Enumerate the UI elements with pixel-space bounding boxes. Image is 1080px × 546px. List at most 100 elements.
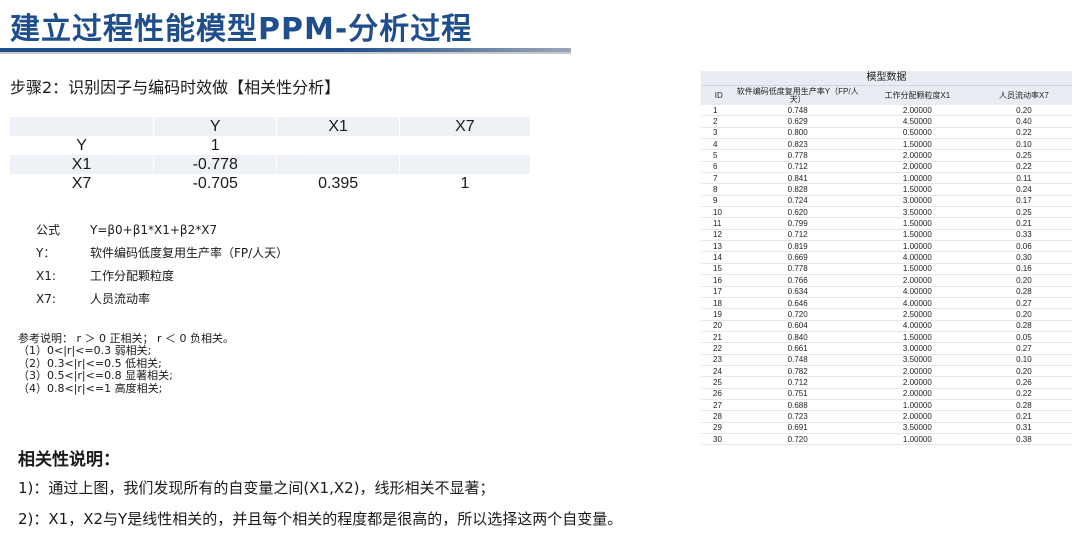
cell-x7: 0.28 [975, 399, 1072, 412]
formula-block: 公式 Y=β0+β1*X1+β2*X7 Y： 软件编码低度复用生产率（FP/人天… [36, 219, 288, 311]
table-row: 19 0.720 2.50000 0.20 [701, 308, 1072, 321]
correlation-cell: X7 [71, 174, 92, 192]
table-row: 14 0.669 4.00000 0.30 [701, 251, 1072, 264]
correlation-cell: -0.705 [153, 174, 277, 193]
correlation-header-cell: Y [153, 117, 277, 136]
cell-id: 13 [701, 240, 737, 253]
explanation-paragraph: 2)：X1，X2与Y是线性相关的，并且每个相关的程度都是很高的，所以选择这两个自… [18, 510, 623, 528]
cell-id: 19 [701, 308, 737, 321]
variable-key: X1: [36, 269, 56, 283]
cell-x7: 0.06 [975, 240, 1072, 253]
model-data-header-row: ID 软件编码低度复用生产率Y（FP/人天） 工作分配颗粒度X1 人员流动率X7 [701, 85, 1072, 105]
cell-id: 5 [701, 149, 737, 162]
table-row: 10 0.620 3.50000 0.25 [701, 206, 1072, 219]
cell-x7: 0.16 [975, 263, 1072, 276]
correlation-header-cell [10, 117, 154, 136]
table-row: 30 0.720 1.00000 0.38 [701, 433, 1072, 446]
cell-x7: 0.24 [975, 183, 1072, 196]
cell-x1: 0.50000 [858, 127, 976, 140]
cell-x1: 2.00000 [858, 161, 976, 174]
cell-x1: 2.00000 [858, 376, 976, 389]
cell-id: 20 [701, 320, 737, 332]
cell-y: 0.778 [736, 263, 859, 276]
cell-id: 12 [701, 229, 737, 242]
table-row: 24 0.782 2.00000 0.20 [701, 365, 1072, 378]
correlation-cell: Y [76, 136, 87, 154]
correlation-cell [398, 155, 530, 174]
table-row: 8 0.828 1.50000 0.24 [701, 183, 1072, 196]
table-row: 7 0.841 1.00000 0.11 [701, 172, 1072, 185]
cell-x7: 0.28 [975, 286, 1072, 298]
cell-x7: 0.21 [975, 410, 1072, 423]
cell-x7: 0.38 [975, 433, 1072, 446]
cell-id: 8 [701, 183, 737, 196]
formula-key: 公式 [36, 223, 61, 237]
cell-x1: 2.00000 [858, 274, 976, 287]
cell-x1: 3.00000 [858, 342, 976, 355]
cell-y: 0.800 [736, 127, 859, 140]
cell-id: 15 [701, 263, 737, 276]
cell-x7: 0.10 [975, 354, 1072, 366]
cell-id: 29 [701, 422, 737, 434]
correlation-header-cell: X7 [398, 117, 530, 136]
cell-y: 0.604 [736, 320, 859, 332]
cell-id: 16 [701, 274, 737, 287]
table-row: 3 0.800 0.50000 0.22 [701, 127, 1072, 140]
cell-id: 11 [701, 217, 737, 230]
cell-y: 0.778 [736, 149, 859, 162]
note-line: （4）0.8<|r|<=1 高度相关; [18, 381, 163, 395]
cell-x7: 0.20 [975, 105, 1072, 117]
cell-x7: 0.11 [975, 172, 1072, 185]
table-row: 21 0.840 1.50000 0.05 [701, 331, 1072, 344]
table-row: 23 0.748 3.50000 0.10 [701, 354, 1072, 366]
cell-x7: 0.27 [975, 297, 1072, 310]
table-row: 13 0.819 1.00000 0.06 [701, 240, 1072, 253]
table-row: 12 0.712 1.50000 0.33 [701, 229, 1072, 242]
correlation-row: Y 1 [10, 136, 530, 155]
cell-id: 25 [701, 376, 737, 389]
cell-x7: 0.28 [975, 320, 1072, 332]
cell-x7: 0.20 [975, 308, 1072, 321]
table-row: 17 0.634 4.00000 0.28 [701, 286, 1072, 298]
correlation-cell: 1 [398, 174, 530, 193]
correlation-header-row: Y X1 X7 [10, 117, 530, 136]
cell-id: 22 [701, 342, 737, 355]
table-row: 5 0.778 2.00000 0.25 [701, 149, 1072, 162]
cell-y: 0.799 [736, 217, 859, 230]
model-data-table: 模型数据 ID 软件编码低度复用生产率Y（FP/人天） 工作分配颗粒度X1 人员… [701, 71, 1072, 446]
cell-id: 27 [701, 399, 737, 412]
table-row: 11 0.799 1.50000 0.21 [701, 217, 1072, 230]
cell-x1: 1.50000 [858, 331, 976, 344]
cell-x1: 1.50000 [858, 229, 976, 242]
cell-x1: 1.50000 [858, 263, 976, 276]
variable-row: X1: 工作分配颗粒度 [36, 265, 288, 288]
cell-x7: 0.25 [975, 206, 1072, 219]
table-row: 29 0.691 3.50000 0.31 [701, 422, 1072, 434]
table-row: 16 0.766 2.00000 0.20 [701, 274, 1072, 287]
table-row: 27 0.688 1.00000 0.28 [701, 399, 1072, 412]
correlation-cell [276, 155, 400, 174]
cell-x1: 1.00000 [858, 399, 976, 412]
column-header-y: 软件编码低度复用生产率Y（FP/人天） [736, 85, 859, 105]
cell-x1: 1.00000 [858, 433, 976, 446]
cell-id: 10 [701, 206, 737, 219]
cell-x7: 0.17 [975, 195, 1072, 208]
note-line: （1）0<|r|<=0.3 弱相关; [18, 344, 152, 358]
cell-y: 0.841 [736, 172, 859, 185]
correlation-cell [276, 136, 400, 155]
cell-y: 0.823 [736, 138, 859, 151]
column-header-x7: 人员流动率X7 [975, 85, 1072, 105]
cell-x1: 4.00000 [858, 297, 976, 310]
cell-y: 0.782 [736, 365, 859, 378]
correlation-header-cell: X1 [276, 117, 400, 136]
column-header-x1: 工作分配颗粒度X1 [858, 85, 976, 105]
table-row: 1 0.748 2.00000 0.20 [701, 105, 1072, 117]
variable-row: X7: 人员流动率 [36, 288, 288, 311]
cell-y: 0.661 [736, 342, 859, 355]
note-line: （3）0.5<|r|<=0.8 显著相关; [18, 369, 173, 383]
cell-id: 18 [701, 297, 737, 310]
cell-y: 0.620 [736, 206, 859, 219]
table-row: 6 0.712 2.00000 0.22 [701, 161, 1072, 174]
cell-id: 2 [701, 115, 737, 128]
variable-desc: 人员流动率 [90, 292, 151, 306]
